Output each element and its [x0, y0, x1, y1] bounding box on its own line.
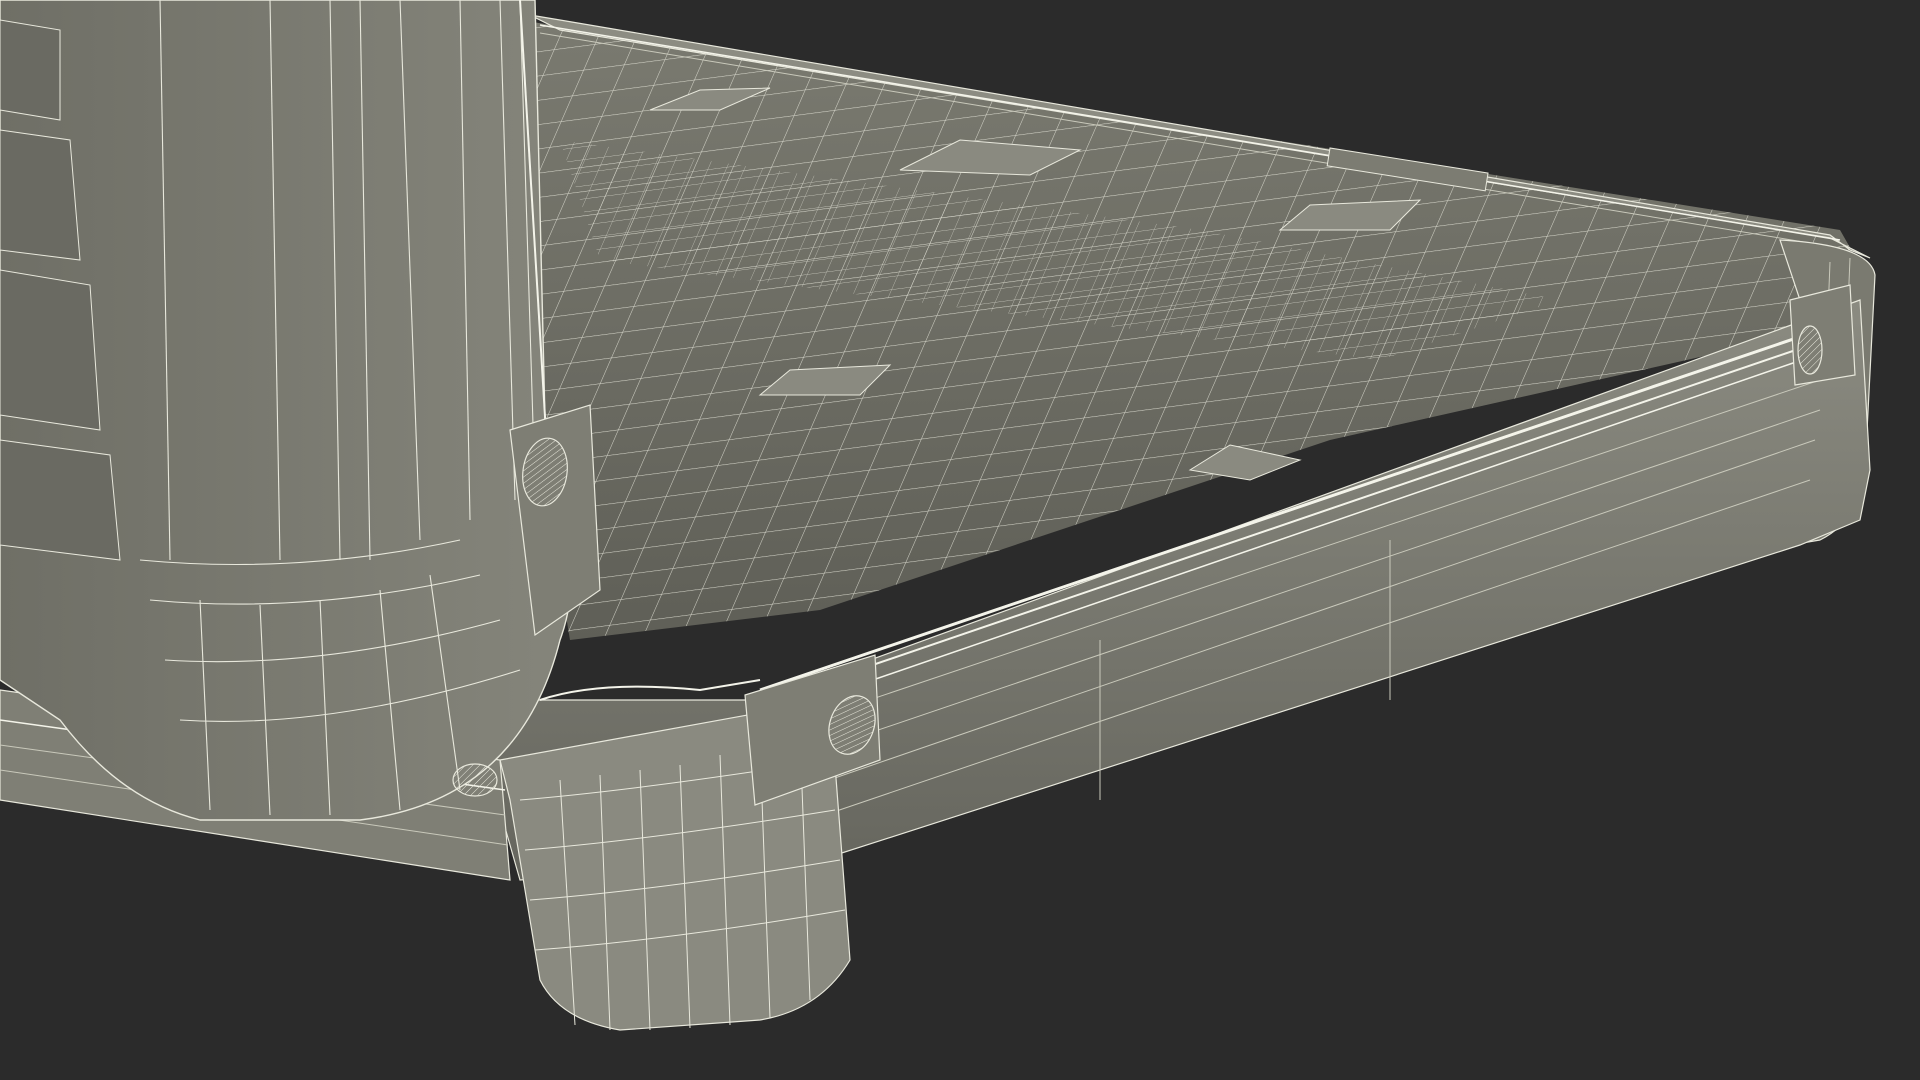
hinge-under-lid	[452, 763, 498, 797]
case-lid	[0, 0, 573, 821]
wireframe-render	[0, 0, 1876, 1031]
hinge-right	[1789, 284, 1856, 386]
